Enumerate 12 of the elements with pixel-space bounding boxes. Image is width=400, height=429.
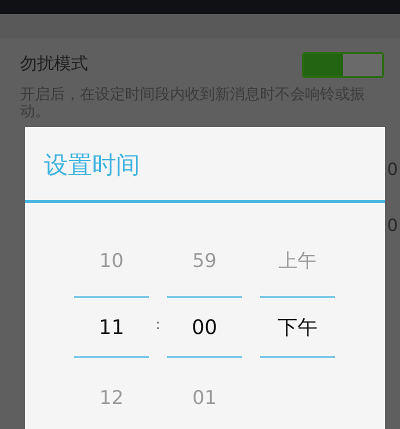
toggle-switch[interactable] (302, 52, 384, 78)
picker-selected-value[interactable]: 下午 (278, 298, 318, 356)
time-separator: : (154, 316, 162, 335)
dialog-title: 设置时间 (43, 150, 141, 181)
picker-selected-value[interactable]: 00 (192, 298, 218, 356)
picker-option[interactable]: 59 (192, 226, 217, 296)
setting-title: 勿扰模式 (20, 53, 88, 76)
picker-selected-value[interactable]: 11 (98, 298, 124, 356)
picker-option[interactable]: 01 (192, 358, 217, 428)
picker-option[interactable]: 10 (99, 226, 124, 296)
picker-option[interactable]: 12 (99, 358, 124, 428)
picker-option[interactable]: 上午 (278, 226, 316, 296)
